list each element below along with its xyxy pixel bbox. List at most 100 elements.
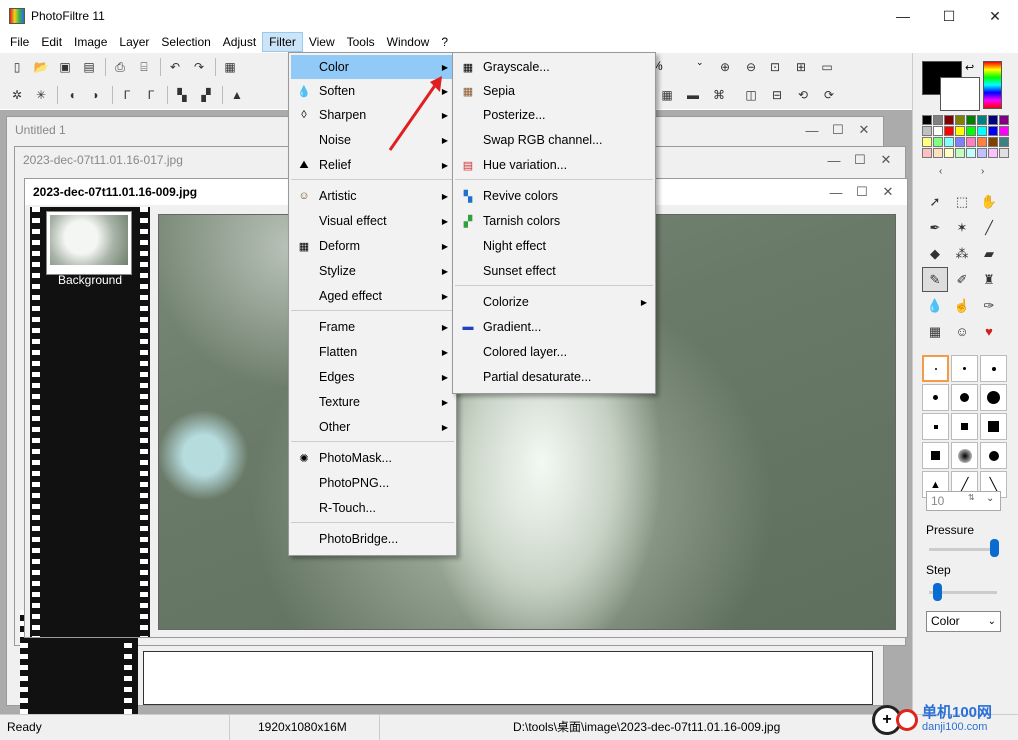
print-icon[interactable]: ⎙ <box>111 58 129 76</box>
palette-swatch[interactable] <box>922 148 932 158</box>
menu-item-texture[interactable]: Texture ▶ <box>291 390 454 414</box>
menu-window[interactable]: Window <box>381 32 436 52</box>
palette-swatch[interactable] <box>977 148 987 158</box>
line-tool-icon[interactable]: ╱ <box>976 215 1002 240</box>
zoom-dropdown-icon[interactable]: ⌄ <box>696 57 704 68</box>
drop-minus-icon[interactable]: ◖ <box>63 86 81 104</box>
menu-item-visual-effect[interactable]: Visual effect ▶ <box>291 209 454 233</box>
palette-swatch[interactable] <box>977 137 987 147</box>
palette-swatch[interactable] <box>999 115 1009 125</box>
palette-prev-icon[interactable]: ‹ <box>939 166 942 177</box>
new-file-icon[interactable]: ▯ <box>8 58 26 76</box>
doc-minimize-button[interactable]: — <box>799 117 825 143</box>
palette-swatch[interactable] <box>944 126 954 136</box>
selection-tool-icon[interactable]: ⬚ <box>949 189 975 214</box>
stamp-tool-icon[interactable]: ♜ <box>976 267 1002 292</box>
palette-next-icon[interactable]: › <box>981 166 984 177</box>
menu-item-colored-layer[interactable]: Colored layer... <box>455 340 653 364</box>
fill-bucket-tool-icon[interactable]: ◆ <box>922 241 948 266</box>
color-plus-icon[interactable]: ▞ <box>197 86 215 104</box>
palette-swatch[interactable] <box>922 115 932 125</box>
brush-tool-icon[interactable]: ✎ <box>922 267 948 292</box>
palette-swatch[interactable] <box>966 115 976 125</box>
palette-swatch[interactable] <box>988 137 998 147</box>
palette-swatch[interactable] <box>944 137 954 147</box>
palette-swatch[interactable] <box>955 148 965 158</box>
drop-plus-icon[interactable]: ◗ <box>87 86 105 104</box>
mask-toolbar-icon[interactable]: ⌘ <box>710 86 728 104</box>
menu-item-aged-effect[interactable]: Aged effect ▶ <box>291 284 454 308</box>
chevron-down-icon[interactable]: ⌄ <box>986 493 994 504</box>
menu-item-frame[interactable]: Frame ▶ <box>291 315 454 339</box>
brush-square-2[interactable] <box>951 413 978 440</box>
hand-tool-icon[interactable]: ✋ <box>976 189 1002 214</box>
spinner-icon[interactable]: ⇅ <box>968 493 975 502</box>
palette-swatch[interactable] <box>966 137 976 147</box>
menu-item-photopng[interactable]: PhotoPNG... <box>291 471 454 495</box>
menu-item-sepia[interactable]: ▦ Sepia <box>455 79 653 103</box>
sparkle-icon[interactable]: ✲ <box>8 86 26 104</box>
brush-size-2[interactable] <box>951 355 978 382</box>
save-as-icon[interactable]: ▤ <box>80 58 98 76</box>
menu-help[interactable]: ? <box>435 32 454 52</box>
palette-swatch[interactable] <box>999 148 1009 158</box>
palette-swatch[interactable] <box>933 126 943 136</box>
color-spectrum-picker[interactable] <box>983 61 1002 109</box>
menu-layer[interactable]: Layer <box>113 32 155 52</box>
doc-close-button[interactable]: ✕ <box>851 117 877 143</box>
zoom-in-icon[interactable]: ⊕ <box>716 58 734 76</box>
doc-maximize-button[interactable]: ☐ <box>847 147 873 173</box>
pressure-slider-thumb[interactable] <box>989 539 999 557</box>
menu-item-partial-desaturate[interactable]: Partial desaturate... <box>455 365 653 389</box>
gradient-toolbar-icon[interactable]: ▬ <box>684 86 702 104</box>
menu-item-gradient[interactable]: ▬ Gradient... <box>455 315 653 339</box>
brush-size-6[interactable] <box>980 384 1007 411</box>
rotate-left-icon[interactable]: ⟲ <box>794 86 812 104</box>
levels-icon[interactable]: ▲ <box>228 86 246 104</box>
deform-tool-icon[interactable]: ▦ <box>922 319 948 344</box>
spray-tool-icon[interactable]: ⁂ <box>949 241 975 266</box>
hue-toolbar-icon[interactable]: ▦ <box>658 86 676 104</box>
menu-filter[interactable]: Filter <box>262 32 303 52</box>
menu-file[interactable]: File <box>4 32 35 52</box>
fit-image-icon[interactable]: ⊡ <box>766 58 784 76</box>
redo-icon[interactable]: ↷ <box>190 58 208 76</box>
palette-swatch[interactable] <box>955 126 965 136</box>
palette-swatch[interactable] <box>988 148 998 158</box>
sparkle-plus-icon[interactable]: ✳ <box>32 86 50 104</box>
palette-swatch[interactable] <box>999 137 1009 147</box>
doc-minimize-button[interactable]: — <box>821 147 847 173</box>
doc-close-button[interactable]: ✕ <box>875 179 901 205</box>
background-color[interactable] <box>940 77 980 111</box>
flip-vertical-icon[interactable]: ⊟ <box>768 86 786 104</box>
brush-round-plus[interactable] <box>980 442 1007 469</box>
finger-tool-icon[interactable]: ☝ <box>949 293 975 318</box>
palette-swatch[interactable] <box>966 126 976 136</box>
palette-swatch[interactable] <box>922 126 932 136</box>
paste-image-icon[interactable]: ▦ <box>221 58 239 76</box>
fullscreen-icon[interactable]: ▭ <box>818 58 836 76</box>
save-icon[interactable]: ▣ <box>56 58 74 76</box>
menu-item-deform[interactable]: ▦ Deform ▶ <box>291 234 454 258</box>
strawberry-tool-icon[interactable]: ♥ <box>976 319 1002 344</box>
scan-icon[interactable]: ⌸ <box>135 58 153 76</box>
pressure-slider-track[interactable] <box>929 548 997 551</box>
menu-item-posterize[interactable]: Posterize... <box>455 103 653 127</box>
eyedropper-tool-icon[interactable]: ✒ <box>922 215 948 240</box>
undo-icon[interactable]: ↶ <box>166 58 184 76</box>
menu-item-flatten[interactable]: Flatten ▶ <box>291 340 454 364</box>
brush-soft[interactable] <box>951 442 978 469</box>
palette-swatch[interactable] <box>955 137 965 147</box>
minimize-button[interactable]: — <box>880 0 926 32</box>
brush-square-1[interactable] <box>922 413 949 440</box>
maximize-button[interactable]: ☐ <box>926 0 972 32</box>
open-folder-icon[interactable]: 📂 <box>32 58 50 76</box>
menu-edit[interactable]: Edit <box>35 32 68 52</box>
palette-swatch[interactable] <box>922 137 932 147</box>
advanced-brush-tool-icon[interactable]: ✐ <box>949 267 975 292</box>
menu-item-artistic[interactable]: ☺ Artistic ▶ <box>291 184 454 208</box>
menu-image[interactable]: Image <box>68 32 113 52</box>
brush-size-4[interactable] <box>922 384 949 411</box>
clone-tool-icon[interactable]: ✑ <box>976 293 1002 318</box>
palette-swatch[interactable] <box>944 115 954 125</box>
